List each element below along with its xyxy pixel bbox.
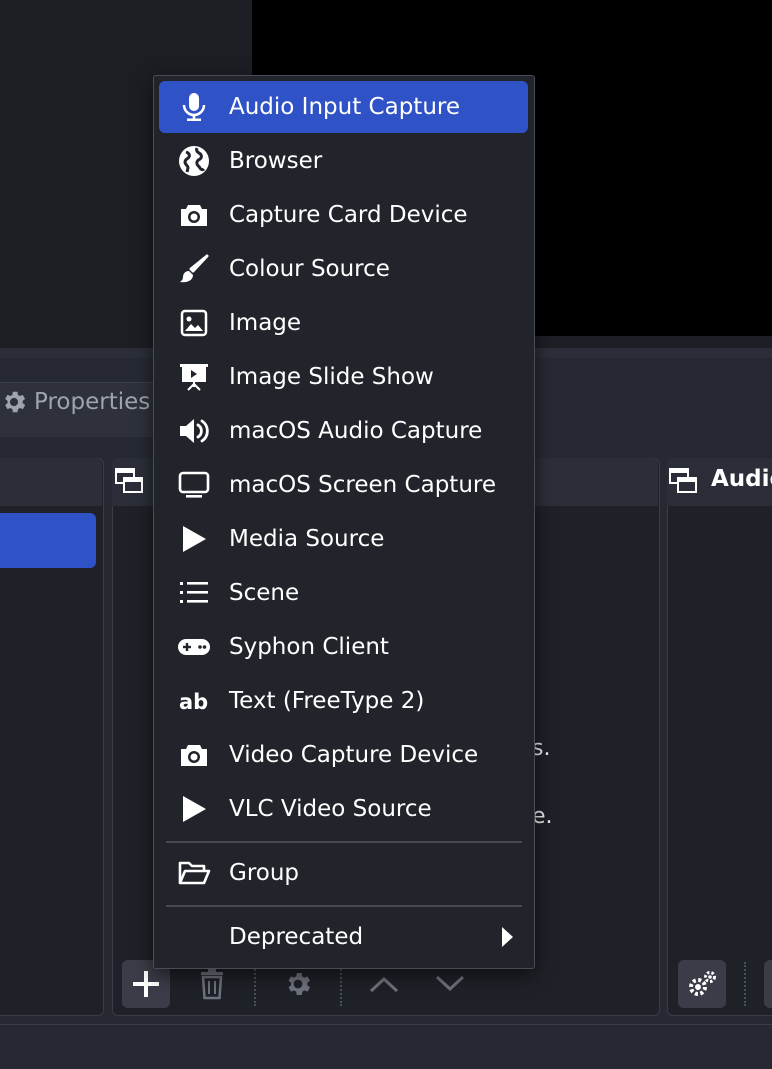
menu-item-browser[interactable]: Browser — [159, 135, 528, 187]
chevron-right-icon — [500, 926, 514, 952]
properties-tab-label: Properties — [34, 389, 151, 415]
menu-item-label: Browser — [229, 148, 323, 174]
menu-item-syphon-client[interactable]: Syphon Client — [159, 621, 528, 673]
menu-item-label: Video Capture Device — [229, 742, 479, 768]
properties-tab[interactable]: Properties — [0, 382, 150, 422]
sources-hint-text: e. — [532, 804, 553, 829]
menu-item-scene[interactable]: Scene — [159, 567, 528, 619]
menu-item-text-freetype[interactable]: ab Text (FreeType 2) — [159, 675, 528, 727]
microphone-icon — [159, 81, 229, 133]
gears-icon — [689, 971, 716, 996]
slideshow-icon — [159, 351, 229, 403]
menu-item-macos-screen-capture[interactable]: macOS Screen Capture — [159, 459, 528, 511]
gear-icon — [288, 973, 310, 995]
image-icon — [159, 297, 229, 349]
camera-icon — [159, 189, 229, 241]
menu-item-capture-card-device[interactable]: Capture Card Device — [159, 189, 528, 241]
menu-item-macos-audio-capture[interactable]: macOS Audio Capture — [159, 405, 528, 457]
gear-icon — [5, 391, 26, 413]
menu-item-media-source[interactable]: Media Source — [159, 513, 528, 565]
menu-item-label: Colour Source — [229, 256, 390, 282]
menu-item-label: Deprecated — [229, 924, 364, 950]
chevron-down-icon — [435, 975, 465, 992]
play-icon — [159, 513, 229, 565]
menu-item-vlc-video-source[interactable]: VLC Video Source — [159, 783, 528, 835]
menu-item-audio-input-capture[interactable]: Audio Input Capture — [159, 81, 528, 133]
trash-icon — [201, 969, 223, 1000]
selected-scene-item[interactable] — [0, 513, 96, 568]
menu-item-image[interactable]: Image — [159, 297, 528, 349]
toolbar-separator — [744, 962, 746, 1006]
audio-mixer-panel — [667, 458, 772, 1016]
menu-item-label: Capture Card Device — [229, 202, 468, 228]
menu-item-label: Audio Input Capture — [229, 94, 460, 120]
menu-item-label: VLC Video Source — [229, 796, 432, 822]
play-icon — [159, 783, 229, 835]
add-source-context-menu: Audio Input Capture Browser Capture Card… — [153, 75, 535, 969]
menu-item-label: Text (FreeType 2) — [229, 688, 425, 714]
menu-item-video-capture-device[interactable]: Video Capture Device — [159, 729, 528, 781]
menu-separator — [166, 905, 522, 907]
plus-icon — [133, 971, 159, 997]
menu-item-label: macOS Audio Capture — [229, 418, 483, 444]
camera-icon — [159, 729, 229, 781]
menu-separator — [166, 841, 522, 843]
list-icon — [159, 567, 229, 619]
status-bar — [0, 1024, 772, 1069]
menu-item-colour-source[interactable]: Colour Source — [159, 243, 528, 295]
menu-item-image-slide-show[interactable]: Image Slide Show — [159, 351, 528, 403]
text-ab-icon: ab — [159, 675, 229, 727]
audio-menu-button[interactable] — [764, 960, 772, 1008]
menu-item-deprecated[interactable]: Deprecated — [159, 911, 528, 963]
menu-item-label: macOS Screen Capture — [229, 472, 496, 498]
dock-windows-icon — [114, 466, 144, 496]
menu-item-label: Scene — [229, 580, 300, 606]
monitor-icon — [159, 459, 229, 511]
menu-item-label: Syphon Client — [229, 634, 389, 660]
menu-item-spacer — [159, 911, 229, 963]
chevron-up-icon — [369, 976, 399, 993]
menu-item-label: Image — [229, 310, 302, 336]
folder-open-icon — [159, 847, 229, 899]
dock-windows-icon — [668, 466, 698, 496]
globe-icon — [159, 135, 229, 187]
menu-item-label: Image Slide Show — [229, 364, 434, 390]
audio-mixer-title: Audio — [711, 466, 772, 492]
scenes-panel-header — [0, 458, 102, 506]
svg-text:ab: ab — [179, 690, 208, 713]
gamepad-icon — [159, 621, 229, 673]
audio-advanced-settings-button[interactable] — [678, 960, 726, 1008]
speaker-icon — [159, 405, 229, 457]
paint-brush-icon — [159, 243, 229, 295]
menu-item-group[interactable]: Group — [159, 847, 528, 899]
menu-item-label: Media Source — [229, 526, 385, 552]
menu-item-label: Group — [229, 860, 300, 886]
